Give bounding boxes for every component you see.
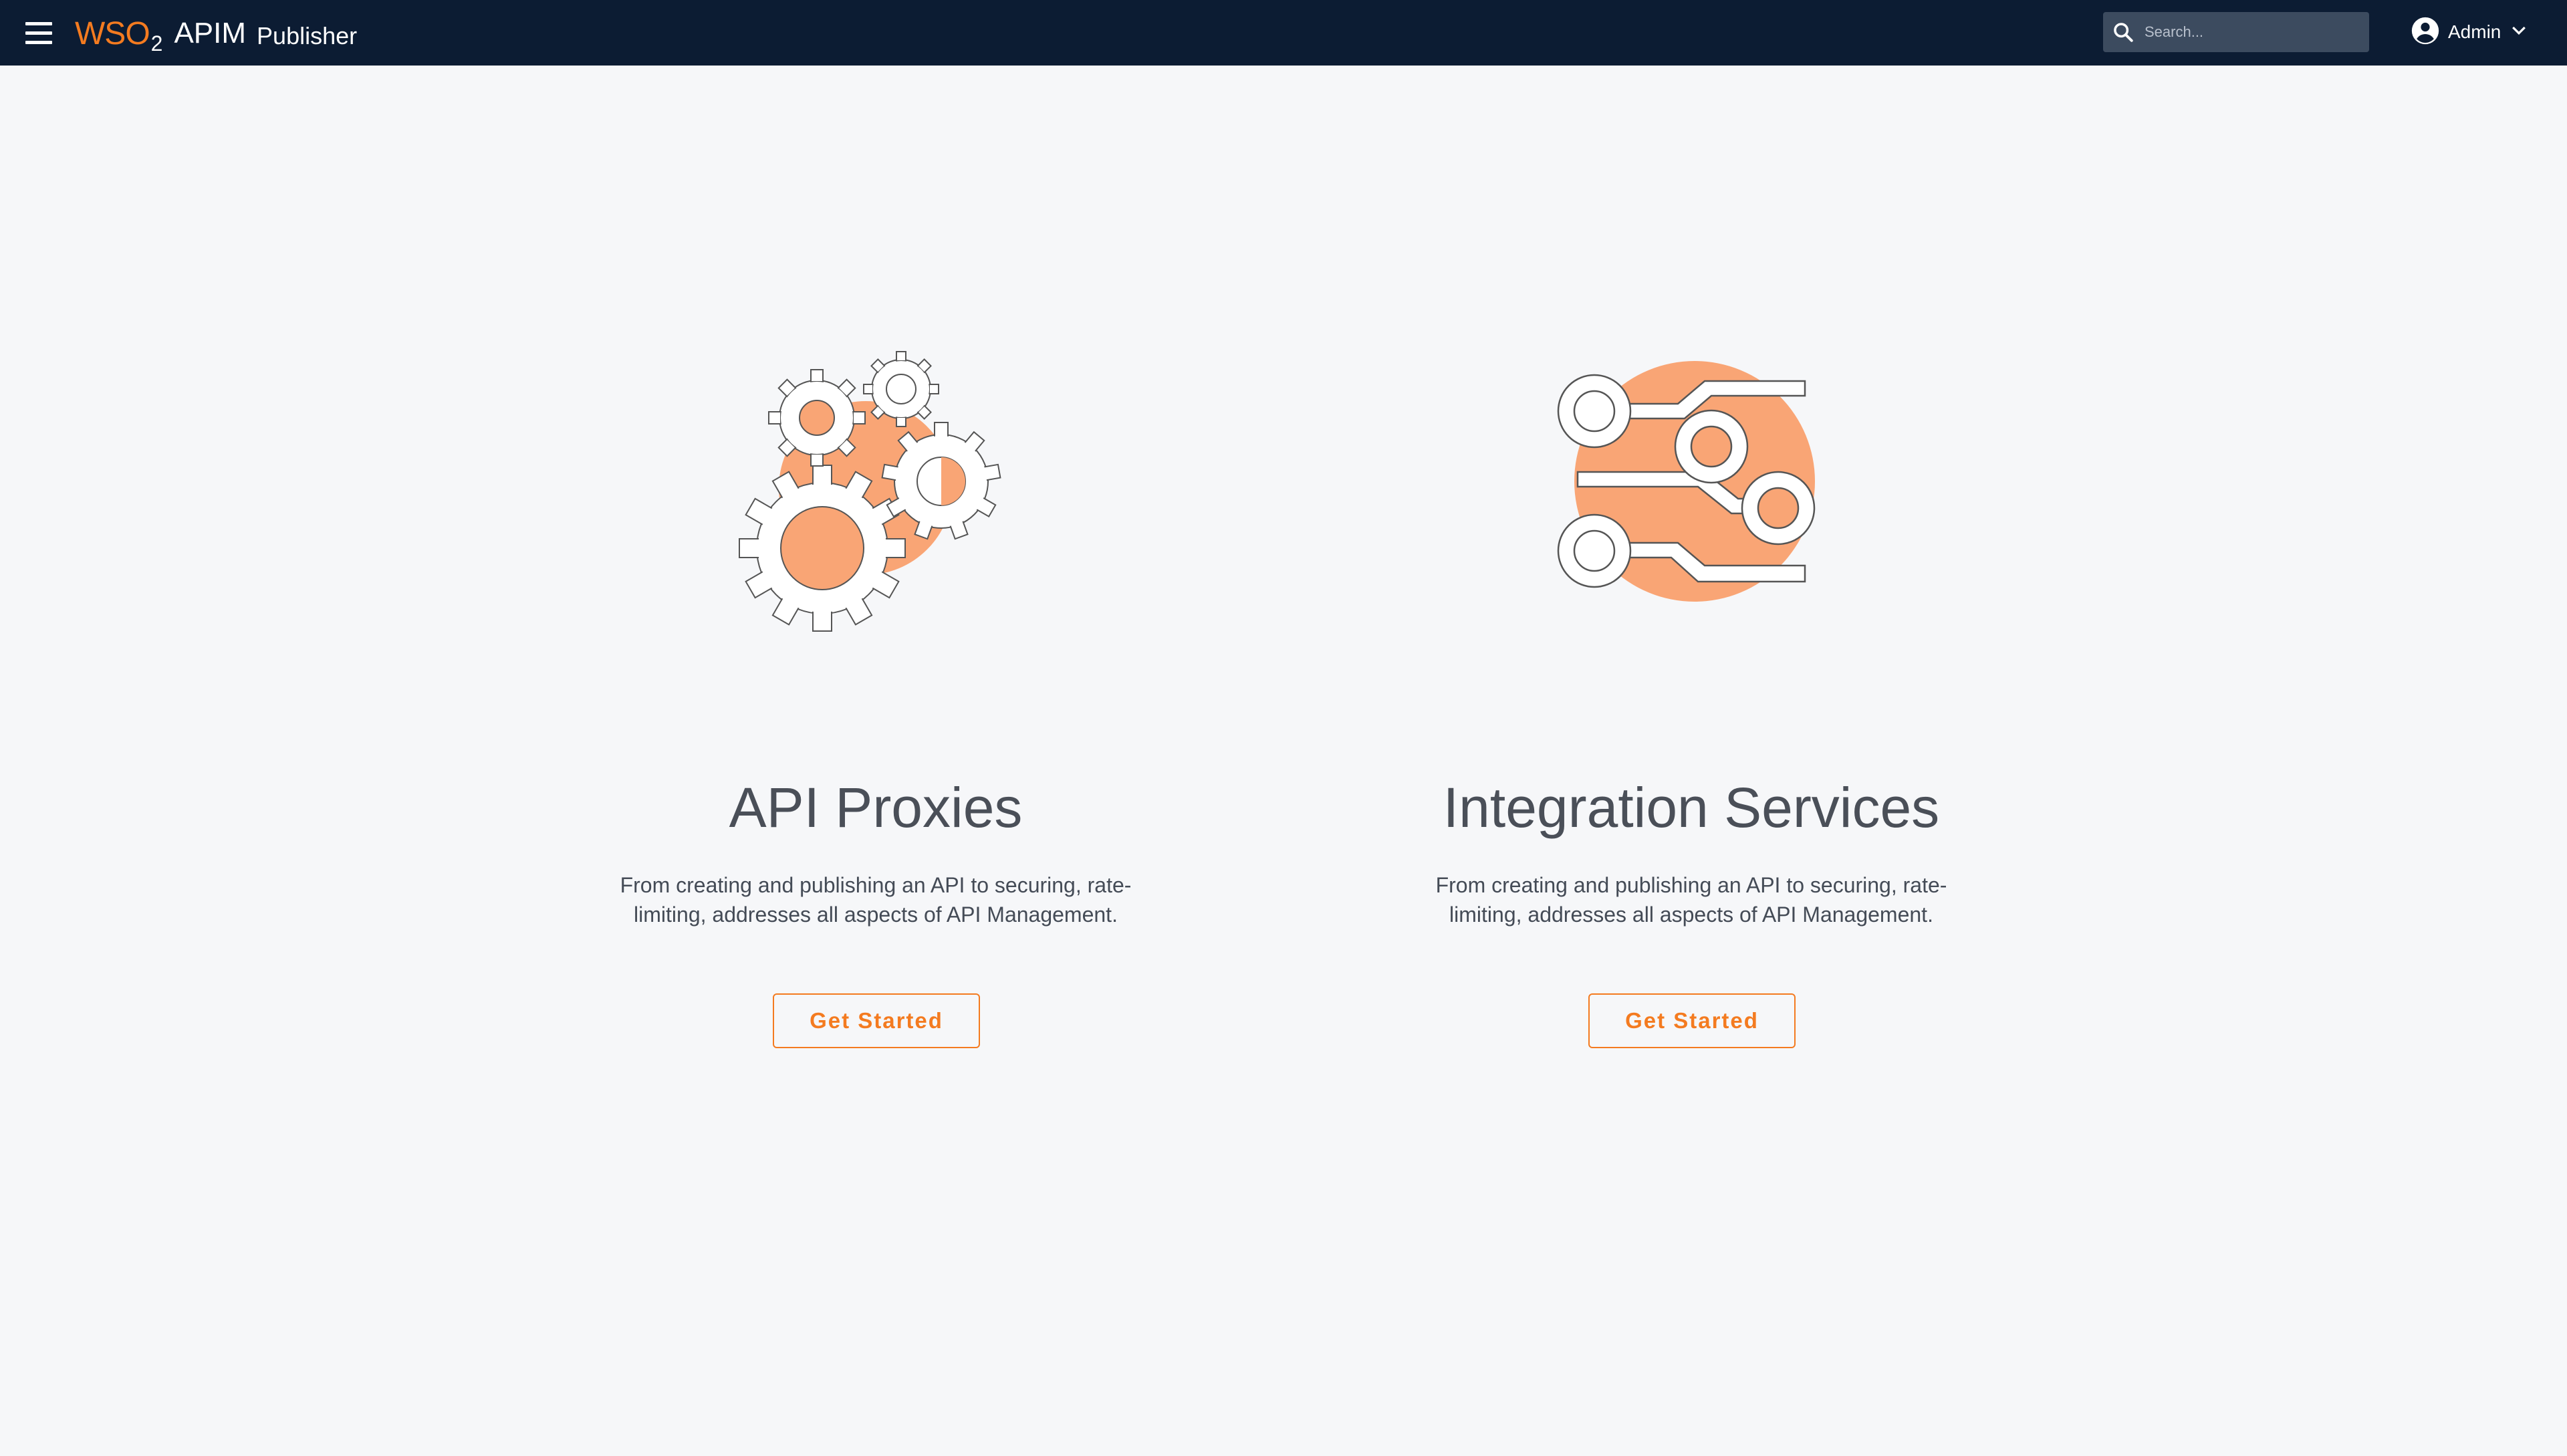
user-name: Admin <box>2448 21 2501 42</box>
menu-icon <box>25 21 52 25</box>
circuit-icon <box>1557 361 1816 602</box>
search-icon <box>2103 12 2143 52</box>
integration-services-get-started-button[interactable]: Get Started <box>1588 993 1796 1048</box>
card-title: Integration Services <box>1443 776 1940 839</box>
chevron-down-icon <box>2509 21 2529 44</box>
account-circle-icon <box>2411 16 2440 49</box>
hamburger-menu-button[interactable] <box>25 17 57 48</box>
app-bar: WSO 2 APIM Publisher Admin <box>0 0 2567 66</box>
brand[interactable]: WSO 2 APIM Publisher <box>75 13 358 55</box>
search-input[interactable] <box>2143 23 2357 41</box>
api-proxies-get-started-button[interactable]: Get Started <box>773 993 980 1048</box>
wso2-logo: WSO 2 <box>75 15 162 55</box>
app-name: Publisher <box>257 22 358 49</box>
card-description: From creating and publishing an API to s… <box>620 873 1132 927</box>
card-description: From creating and publishing an API to s… <box>1435 873 1947 927</box>
user-menu[interactable]: Admin <box>2411 15 2529 49</box>
card-title: API Proxies <box>729 776 1023 839</box>
search-box[interactable] <box>2103 12 2369 52</box>
product-name: APIM <box>174 17 247 49</box>
gears-icon <box>739 351 1001 632</box>
